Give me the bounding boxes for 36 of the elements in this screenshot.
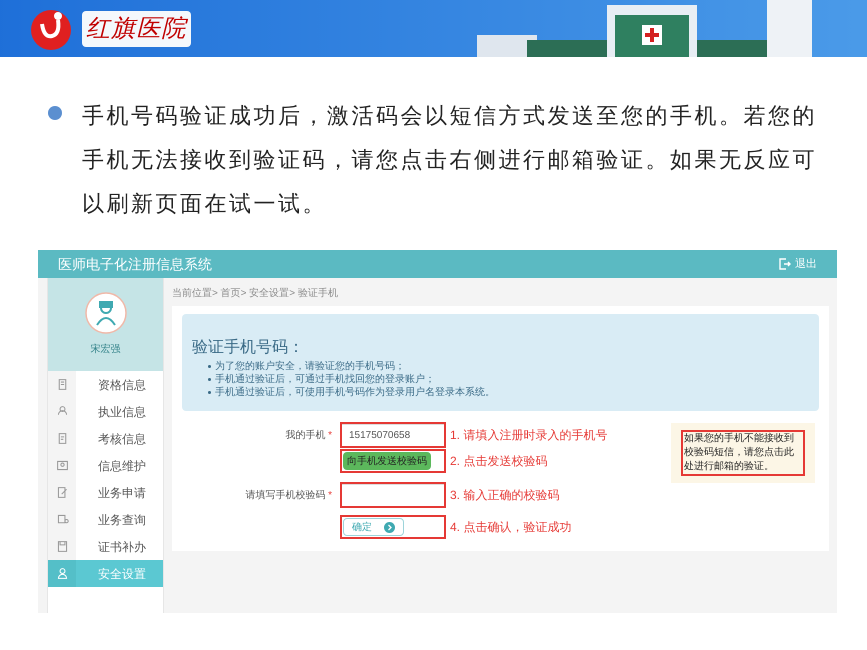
intro-paragraph: 手机号码验证成功后，激活码会以短信方式发送至您的手机。若您的手机无法接收到验证码，请您点击右侧进行邮箱验证。如果无反应可以刷新页面在试一试。 [82,102,818,218]
clipboard-icon [56,432,68,445]
annotation-text: 1. 请填入注册时录入的手机号 [450,427,608,444]
user-name: 宋宏强 [90,342,120,357]
menu-item[interactable]: 资格信息 [48,371,163,398]
send-code-button[interactable]: 向手机发送校验码 [343,452,431,470]
bullet-icon [208,391,211,394]
bullet-icon [48,106,62,120]
bullet-icon [208,365,211,368]
save-icon [56,540,68,553]
app-title: 医师电子化注册信息系统 [58,254,212,274]
tip-text: 手机通过验证后，可使用手机号码作为登录用户名登录本系统。 [215,386,495,398]
menu-item[interactable]: 执业信息 [48,398,163,425]
id-card-icon [56,459,68,472]
logout-icon [779,258,791,270]
document-icon [56,378,68,391]
field-label: 我的手机 * [284,428,333,442]
user-icon [56,567,68,580]
tip-text: 为了您的账户安全，请验证您的手机号码； [215,360,405,372]
note-text[interactable]: 如果您的手机不能接收到校验码短信，请您点击此处进行邮箱的验证。 [681,430,805,476]
edit-icon [56,486,68,499]
menu-item[interactable]: 信息维护 [48,452,163,479]
tip-text: 手机通过验证后，可通过手机找回您的登录账户； [215,374,435,386]
avatar-icon [84,292,126,334]
menu-item[interactable]: 考核信息 [48,425,163,452]
breadcrumb: 当前位置> 首页> 安全设置> 验证手机 [172,286,339,301]
menu-item[interactable]: 业务申请 [48,479,163,506]
menu-item[interactable]: 业务查询 [48,506,163,533]
menu-item[interactable]: 证书补办 [48,533,163,560]
annotation-text: 4. 点击确认，验证成功 [450,519,572,536]
annotation-text: 2. 点击发送校验码 [450,453,548,470]
field-label: 请填写手机校验码 * [244,488,333,502]
annotation-text: 3. 输入正确的校验码 [450,487,560,504]
logo-text: 红旗医院 [82,10,191,46]
bullet-icon [208,378,211,381]
page-heading: 验证手机号码： [192,338,305,358]
